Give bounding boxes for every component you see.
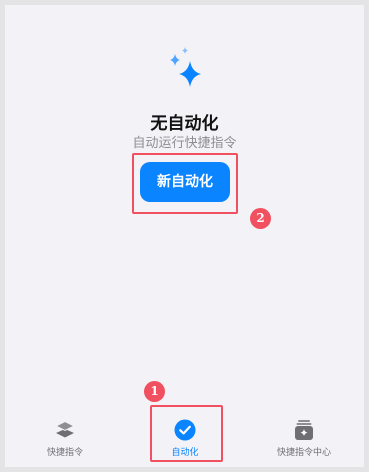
sparkles-icon bbox=[164, 47, 212, 97]
gallery-icon bbox=[292, 418, 316, 442]
layers-icon bbox=[53, 418, 77, 442]
highlight-box-new-automation bbox=[132, 153, 238, 214]
tab-shortcuts-label: 快捷指令 bbox=[46, 448, 83, 458]
empty-state-subtitle: 自动运行快捷指令 bbox=[132, 136, 237, 151]
empty-state-title: 无自动化 bbox=[150, 114, 219, 134]
tab-gallery-label: 快捷指令中心 bbox=[276, 448, 331, 458]
annotation-marker-1: 1 bbox=[144, 381, 165, 402]
highlight-box-automation-tab bbox=[150, 405, 223, 462]
automation-screen: 无自动化 自动运行快捷指令 新自动化 2 快捷指令 自动化 快捷指令中心 1 bbox=[5, 5, 364, 467]
tab-shortcuts[interactable]: 快捷指令 bbox=[25, 418, 105, 458]
annotation-marker-2: 2 bbox=[250, 208, 271, 229]
tab-gallery[interactable]: 快捷指令中心 bbox=[264, 418, 344, 458]
